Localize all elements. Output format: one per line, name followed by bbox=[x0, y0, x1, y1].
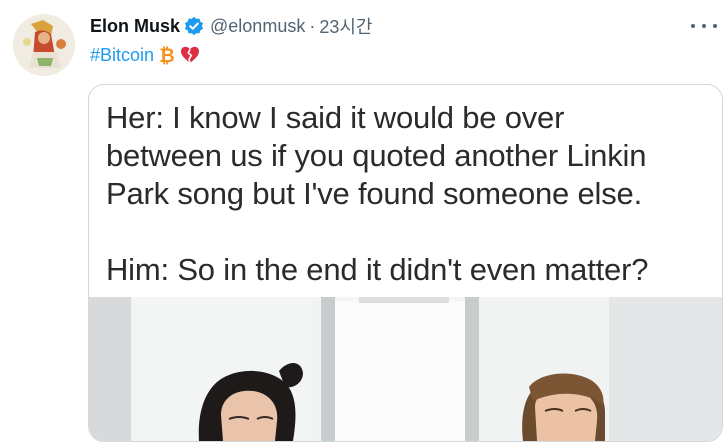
profile-avatar[interactable] bbox=[13, 14, 75, 76]
author-handle[interactable]: @elonmusk bbox=[210, 16, 305, 37]
author-display-name[interactable]: Elon Musk bbox=[90, 16, 180, 37]
hashtag-link[interactable]: #Bitcoin bbox=[90, 45, 154, 66]
more-options-icon[interactable] bbox=[691, 16, 717, 36]
bitcoin-icon: ₿ bbox=[157, 45, 177, 67]
tweet-media-card[interactable]: Her: I know I said it would be over betw… bbox=[88, 84, 723, 442]
verified-badge-icon bbox=[184, 16, 204, 36]
tweet-timestamp[interactable]: 23시간 bbox=[319, 13, 372, 39]
separator-dot: · bbox=[309, 15, 316, 36]
broken-heart-icon bbox=[180, 45, 200, 65]
woman-and-man-photo bbox=[89, 297, 722, 441]
meme-text: Her: I know I said it would be over betw… bbox=[106, 100, 649, 287]
avatar-image bbox=[13, 14, 75, 76]
svg-text:₿: ₿ bbox=[159, 45, 174, 65]
tweet-header: Elon Musk @elonmusk · 23시간 bbox=[90, 14, 372, 38]
tweet-text: #Bitcoin ₿ bbox=[90, 42, 200, 68]
